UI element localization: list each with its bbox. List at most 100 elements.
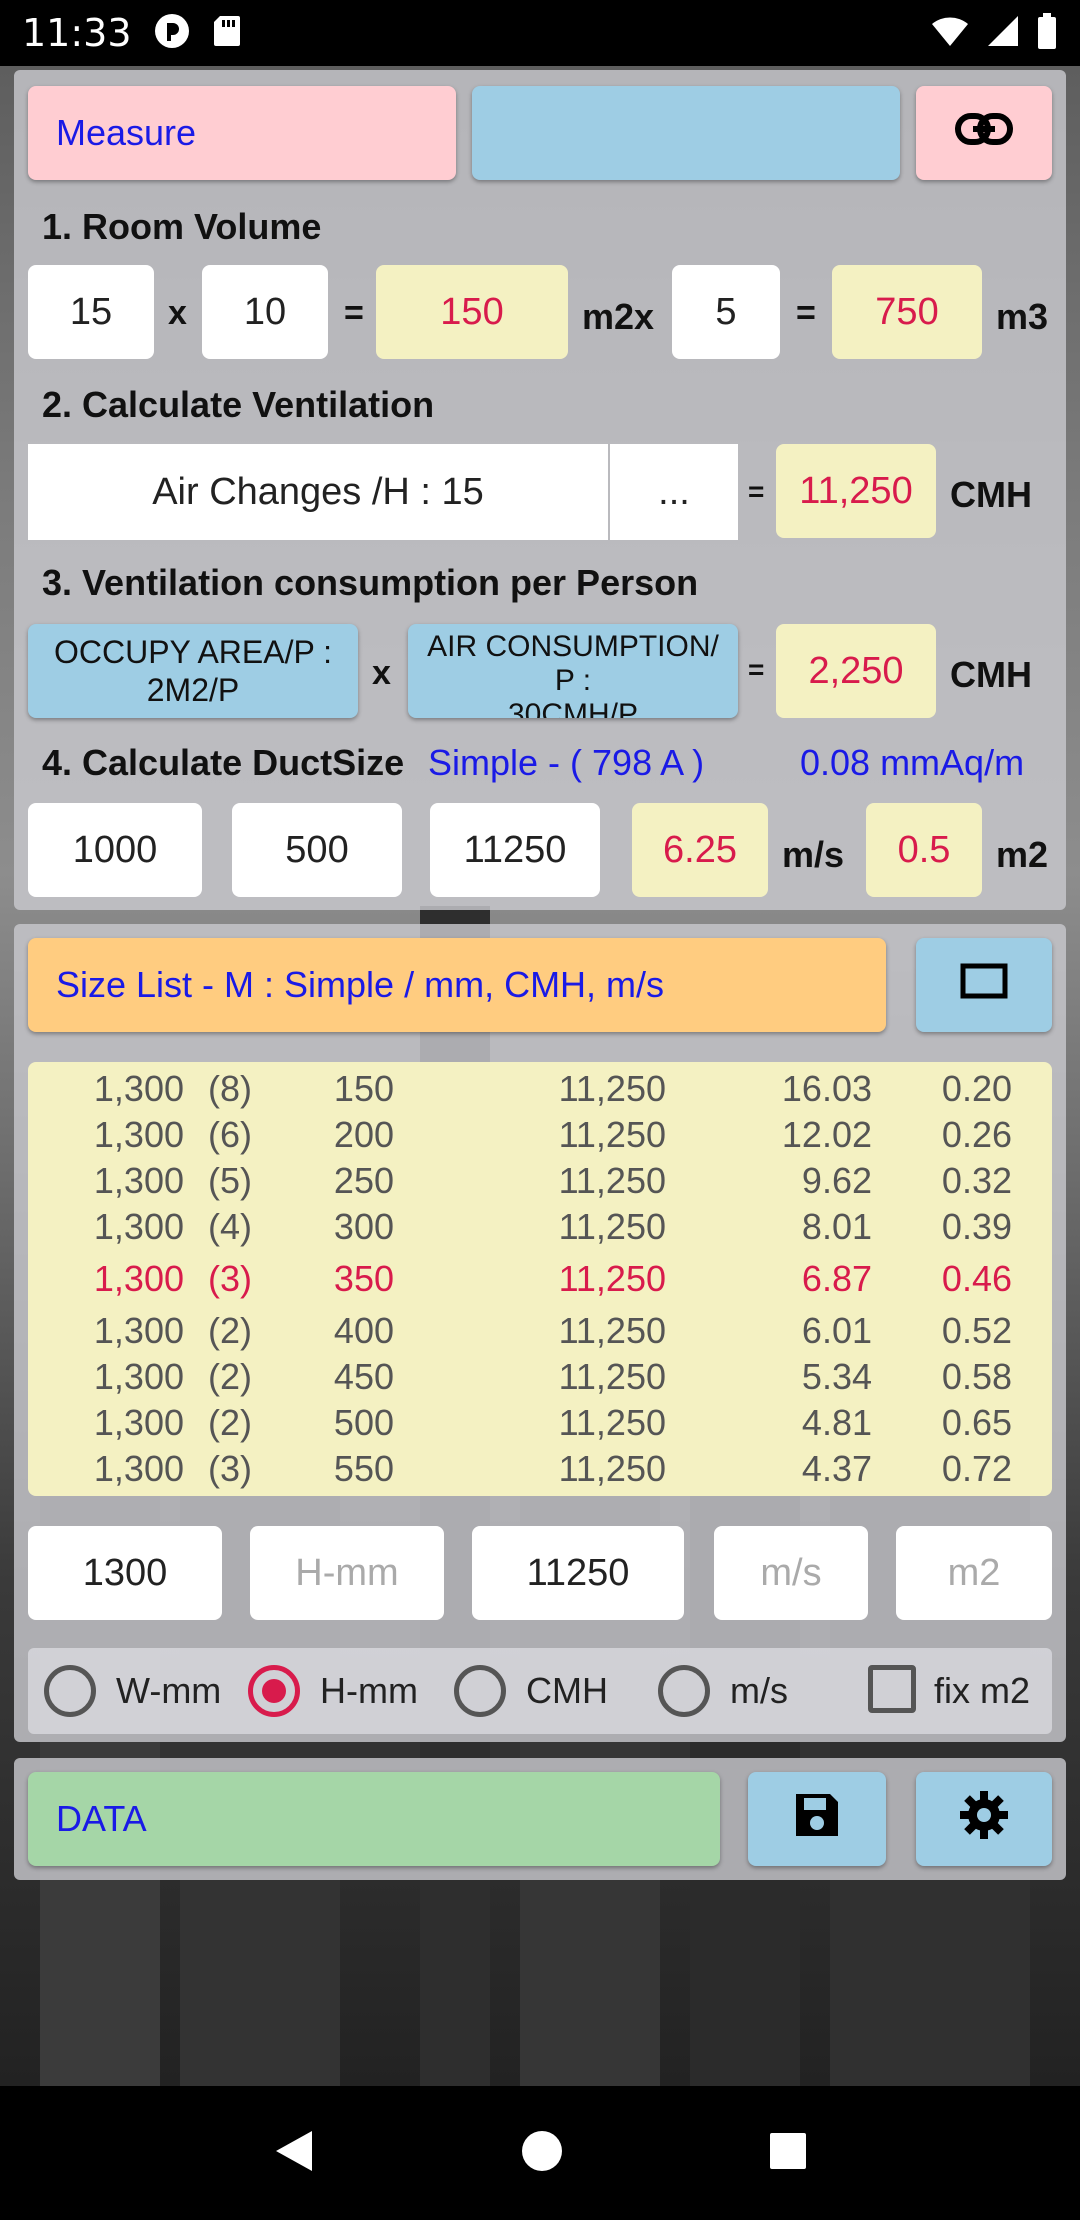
back-icon[interactable] (272, 2127, 316, 2180)
table-cell: 350 (333, 1258, 394, 1299)
signal-icon (986, 14, 1020, 53)
table-cell: (3) (208, 1448, 252, 1489)
area-unit: m2x (582, 296, 655, 337)
equals-sign-4: = (748, 654, 765, 685)
navigation-bar (0, 2086, 1080, 2220)
link-button[interactable] (916, 86, 1052, 180)
size-list-title: Size List - M : Simple / mm, CMH, m/s (56, 964, 665, 1005)
volume-unit: m3 (996, 296, 1049, 337)
equals-sign-3: = (748, 476, 765, 507)
per-person-result: 2,250 (776, 624, 936, 718)
table-cell: (2) (208, 1356, 252, 1397)
air-changes-more-button[interactable]: ... (610, 444, 738, 540)
area-filter-input[interactable]: m2 (896, 1526, 1052, 1620)
home-icon[interactable] (520, 2129, 564, 2178)
table-row[interactable]: 1,300 (5) 250 11,250 9.62 0.32 (28, 1160, 1052, 1206)
table-cell: 11,250 (558, 1402, 666, 1443)
duct-width-input[interactable]: 1000 (28, 803, 202, 897)
table-row[interactable]: 1,300 (3) 350 11,250 6.87 0.46 (28, 1258, 1052, 1304)
duct-area-result: 0.5 (866, 803, 982, 897)
air-consumption-button[interactable]: AIR CONSUMPTION/ P : 30CMH/P (408, 624, 738, 718)
area-result: 150 (376, 265, 568, 359)
fix-m2-checkbox[interactable] (868, 1665, 916, 1713)
table-row[interactable]: 1,300 (2) 500 11,250 4.81 0.65 (28, 1402, 1052, 1448)
table-row[interactable]: 1,300 (2) 400 11,250 6.01 0.52 (28, 1310, 1052, 1356)
table-cell: 1,300 (93, 1258, 184, 1299)
radio-ms[interactable] (658, 1665, 710, 1717)
cmh-filter-input[interactable]: 11250 (472, 1526, 684, 1620)
duct-height-input[interactable]: 500 (232, 803, 402, 897)
width-filter-input[interactable]: 1300 (28, 1526, 222, 1620)
table-cell: 250 (333, 1160, 394, 1201)
table-cell: 11,250 (558, 1356, 666, 1397)
table-cell: 1,300 (93, 1114, 184, 1155)
duct-size-title: 4. Calculate DuctSize (42, 742, 405, 783)
table-cell: 0.39 (941, 1206, 1012, 1247)
ventilation-title: 2. Calculate Ventilation (42, 384, 435, 425)
table-row[interactable]: 1,300 (2) 450 11,250 5.34 0.58 (28, 1356, 1052, 1402)
expand-button[interactable] (916, 938, 1052, 1032)
table-cell: 5.34 (801, 1356, 872, 1397)
recents-icon[interactable] (768, 2131, 808, 2176)
table-cell: 11,250 (558, 1160, 666, 1201)
table-cell: 11,250 (558, 1206, 666, 1247)
table-cell: 0.65 (941, 1402, 1012, 1443)
air-consumption-line2: P : (554, 664, 592, 697)
table-cell: 8.01 (801, 1206, 872, 1247)
radio-cmh[interactable] (454, 1665, 506, 1717)
measure-button-label: Measure (56, 112, 197, 153)
table-cell: 11,250 (558, 1068, 666, 1109)
table-cell: 500 (333, 1402, 394, 1443)
save-button[interactable] (748, 1772, 886, 1866)
table-row[interactable]: 1,300 (4) 300 11,250 8.01 0.39 (28, 1206, 1052, 1252)
table-cell: 6.87 (801, 1258, 872, 1299)
table-cell: 0.72 (941, 1448, 1012, 1489)
table-cell: 1,300 (93, 1402, 184, 1443)
friction-link[interactable]: 0.08 mmAq/m (800, 742, 1024, 784)
save-icon (792, 1790, 842, 1849)
table-cell: (2) (208, 1402, 252, 1443)
radio-cmh-label: CMH (526, 1670, 608, 1711)
velocity-filter-input[interactable]: m/s (714, 1526, 868, 1620)
volume-result: 750 (832, 265, 982, 359)
area-unit-m2: m2 (996, 834, 1049, 875)
settings-button[interactable] (916, 1772, 1052, 1866)
table-row[interactable]: 1,300 (6) 200 11,250 12.02 0.26 (28, 1114, 1052, 1160)
size-list-table[interactable]: 1,300 (8) 150 11,250 16.03 0.20 1,300 (6) 200 11,… (28, 1062, 1052, 1496)
table-cell: 0.32 (941, 1160, 1012, 1201)
radio-h-mm-label: H-mm (320, 1670, 418, 1711)
duct-flow-input[interactable]: 11250 (430, 803, 600, 897)
table-cell: (5) (208, 1160, 252, 1201)
table-row[interactable]: 1,300 (3) 550 11,250 4.37 0.72 (28, 1448, 1052, 1494)
table-cell: 200 (333, 1114, 394, 1155)
table-cell: 11,250 (558, 1258, 666, 1299)
blank-blue-button[interactable] (472, 86, 900, 180)
occupy-area-button[interactable]: OCCUPY AREA/P : 2M2/P (28, 624, 358, 718)
measure-button[interactable]: Measure (28, 86, 456, 180)
radio-w-mm[interactable] (44, 1665, 96, 1717)
size-list-header-button[interactable]: Size List - M : Simple / mm, CMH, m/s (28, 938, 886, 1032)
length-input[interactable]: 15 (28, 265, 154, 359)
table-cell: (6) (208, 1114, 252, 1155)
radio-h-mm[interactable] (248, 1665, 300, 1717)
table-row[interactable]: 1,300 (8) 150 11,250 16.03 0.20 (28, 1068, 1052, 1114)
table-cell: 1,300 (93, 1160, 184, 1201)
width-input[interactable]: 10 (202, 265, 328, 359)
radio-w-mm-label: W-mm (116, 1670, 222, 1711)
air-changes-selector[interactable]: Air Changes /H : 15 (28, 444, 608, 540)
table-cell: 1,300 (93, 1068, 184, 1109)
height-filter-input[interactable]: H-mm (250, 1526, 444, 1620)
occupy-area-line1: OCCUPY AREA/P : (53, 634, 333, 670)
filter-options: W-mm H-mm CMH m/s fix m2 (28, 1648, 1052, 1734)
duct-mode-link[interactable]: Simple - ( 798 A ) (428, 742, 704, 784)
status-bar: 11:33 (0, 0, 1080, 66)
table-cell: 12.02 (781, 1114, 872, 1155)
per-person-unit: CMH (950, 654, 1032, 695)
air-changes-label: Air Changes /H : 15 (152, 470, 484, 513)
height-input[interactable]: 5 (672, 265, 780, 359)
table-cell: 6.01 (801, 1310, 872, 1351)
table-cell: 0.20 (941, 1068, 1012, 1109)
table-cell: 300 (333, 1206, 394, 1247)
duct-velocity-result: 6.25 (632, 803, 768, 897)
data-button[interactable]: DATA (28, 1772, 720, 1866)
